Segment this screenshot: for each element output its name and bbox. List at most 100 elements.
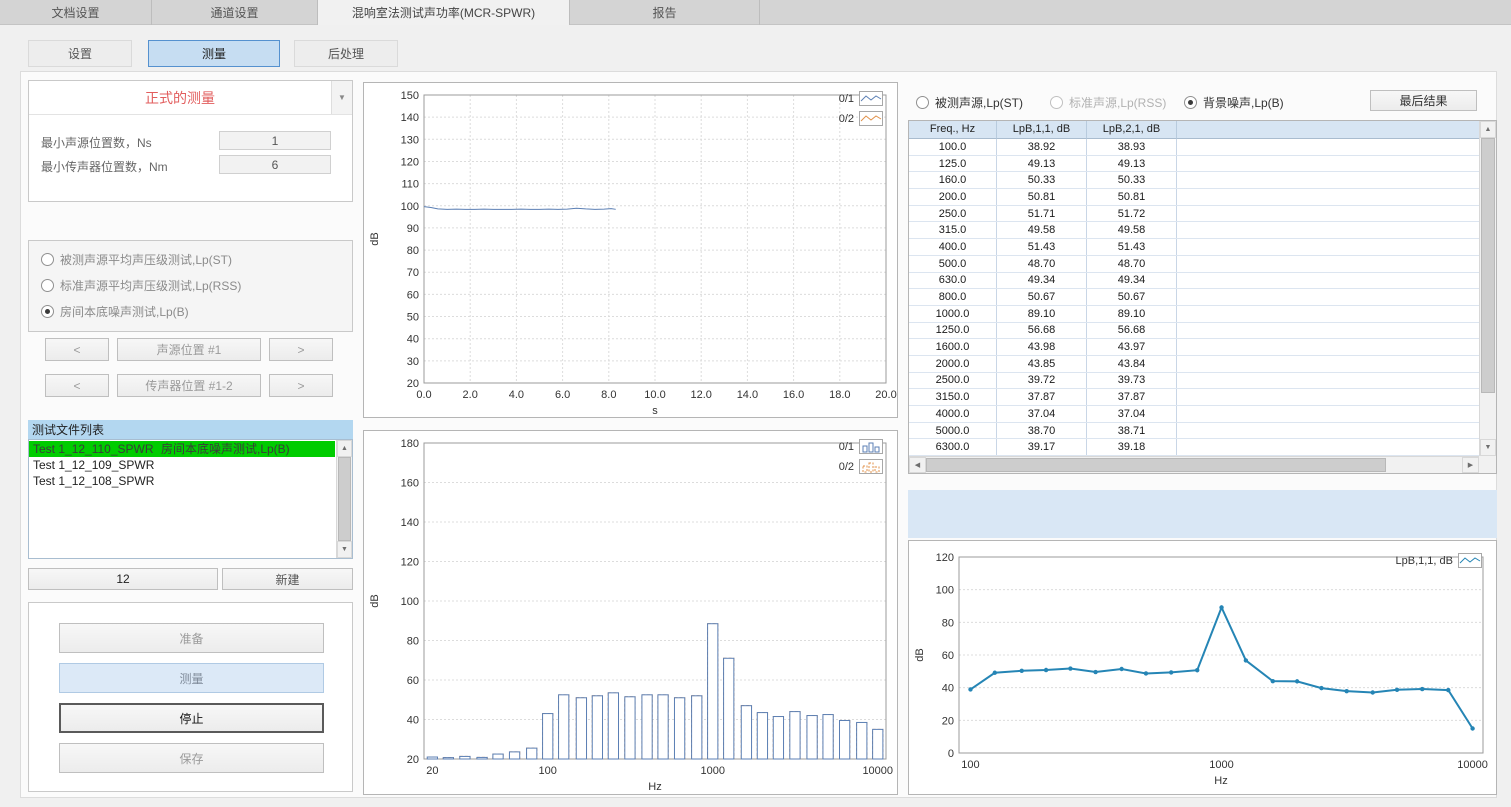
file-number-field[interactable]: 12 <box>28 568 218 590</box>
table-row[interactable]: 100.038.9238.93 <box>909 139 1479 156</box>
tab-channel-settings[interactable]: 通道设置 <box>152 0 318 25</box>
scroll-up-icon[interactable]: ▲ <box>337 440 352 457</box>
scrollbar-thumb[interactable] <box>926 458 1386 472</box>
final-result-button[interactable]: 最后结果 <box>1370 90 1477 111</box>
table-row[interactable]: 125.049.1349.13 <box>909 156 1479 173</box>
table-horizontal-scrollbar[interactable]: ◀ ▶ <box>909 456 1479 473</box>
table-cell: 37.04 <box>997 406 1087 422</box>
table-cell: 160.0 <box>909 172 997 188</box>
table-row[interactable]: 1600.043.9843.97 <box>909 339 1479 356</box>
svg-text:100: 100 <box>936 585 954 597</box>
table-row[interactable]: 160.050.3350.33 <box>909 172 1479 189</box>
tab-setup[interactable]: 设置 <box>28 40 132 67</box>
svg-text:1000: 1000 <box>1209 759 1233 771</box>
radio-icon <box>1050 96 1063 109</box>
table-cell-filler <box>1177 406 1479 422</box>
table-cell: 39.17 <box>997 439 1087 455</box>
table-row[interactable]: 2500.039.7239.73 <box>909 373 1479 390</box>
chevron-down-icon[interactable]: ▼ <box>331 81 352 114</box>
table-row[interactable]: 4000.037.0437.04 <box>909 406 1479 423</box>
table-row[interactable]: 1000.089.1089.10 <box>909 306 1479 323</box>
list-item[interactable]: Test 1_12_109_SPWR <box>29 457 335 473</box>
table-row[interactable]: 3150.037.8737.87 <box>909 389 1479 406</box>
mic-position-next-button[interactable]: > <box>269 374 333 397</box>
test-file-list[interactable]: Test 1_12_110_SPWR房间本底噪声测试,Lp(B)Test 1_1… <box>28 439 353 559</box>
right-panel-spacer <box>908 490 1497 538</box>
file-list-scrollbar[interactable]: ▲ ▼ <box>336 440 352 558</box>
table-cell-filler <box>1177 289 1479 305</box>
scroll-left-icon[interactable]: ◀ <box>909 457 926 473</box>
table-row[interactable]: 1250.056.6856.68 <box>909 323 1479 340</box>
table-cell: 43.84 <box>1087 356 1177 372</box>
table-cell: 43.97 <box>1087 339 1177 355</box>
scrollbar-thumb[interactable] <box>338 457 351 541</box>
legend-item: LpB,1,1, dB <box>1396 553 1483 568</box>
mic-position-button[interactable]: 传声器位置 #1-2 <box>117 374 261 397</box>
nm-value-field[interactable]: 6 <box>219 155 331 174</box>
tab-measure[interactable]: 测量 <box>148 40 280 67</box>
svg-text:120: 120 <box>401 557 419 569</box>
svg-text:100: 100 <box>401 201 419 213</box>
radio-background-lpb[interactable]: 背景噪声,Lp(B) <box>1184 94 1284 111</box>
mic-position-prev-button[interactable]: < <box>45 374 109 397</box>
ns-value-field[interactable]: 1 <box>219 131 331 150</box>
table-row[interactable]: 315.049.5849.58 <box>909 222 1479 239</box>
scroll-down-icon[interactable]: ▼ <box>1480 439 1496 456</box>
save-button[interactable]: 保存 <box>59 743 324 773</box>
measure-button[interactable]: 测量 <box>59 663 324 693</box>
table-cell-filler <box>1177 423 1479 439</box>
table-cell: 51.43 <box>1087 239 1177 255</box>
table-cell-filler <box>1177 373 1479 389</box>
prepare-button[interactable]: 准备 <box>59 623 324 653</box>
table-row[interactable]: 630.049.3449.34 <box>909 273 1479 290</box>
tab-mcr-spwr[interactable]: 混响室法测试声功率(MCR-SPWR) <box>318 0 570 25</box>
radio-lp-b-test[interactable]: 房间本底噪声测试,Lp(B) <box>41 303 189 320</box>
table-row[interactable]: 400.051.4351.43 <box>909 239 1479 256</box>
stop-button[interactable]: 停止 <box>59 703 324 733</box>
radio-source-lpst[interactable]: 被测声源,Lp(ST) <box>916 94 1023 111</box>
table-vertical-scrollbar[interactable]: ▲ ▼ <box>1479 121 1496 456</box>
source-position-button[interactable]: 声源位置 #1 <box>117 338 261 361</box>
table-cell: 38.92 <box>997 139 1087 155</box>
tab-document-settings[interactable]: 文档设置 <box>0 0 152 25</box>
legend-label: 0/2 <box>839 113 854 125</box>
table-cell: 630.0 <box>909 273 997 289</box>
tab-postprocess[interactable]: 后处理 <box>294 40 398 67</box>
scroll-up-icon[interactable]: ▲ <box>1480 121 1496 138</box>
nm-label: 最小传声器位置数，Nm <box>41 158 168 175</box>
table-cell: 50.81 <box>997 189 1087 205</box>
new-file-button[interactable]: 新建 <box>222 568 353 590</box>
source-position-prev-button[interactable]: < <box>45 338 109 361</box>
table-row[interactable]: 5000.038.7038.71 <box>909 423 1479 440</box>
scrollbar-thumb[interactable] <box>1481 138 1495 393</box>
scroll-down-icon[interactable]: ▼ <box>337 541 352 558</box>
radio-label: 标准声源平均声压级测试,Lp(RSS) <box>60 277 241 294</box>
table-cell: 89.10 <box>1087 306 1177 322</box>
table-row[interactable]: 250.051.7151.72 <box>909 206 1479 223</box>
results-table[interactable]: Freq., HzLpB,1,1, dBLpB,2,1, dB 100.038.… <box>908 120 1497 474</box>
table-row[interactable]: 500.048.7048.70 <box>909 256 1479 273</box>
list-item[interactable]: Test 1_12_108_SPWR <box>29 473 335 489</box>
legend-item: 0/1 <box>839 91 883 106</box>
scroll-right-icon[interactable]: ▶ <box>1462 457 1479 473</box>
radio-icon <box>41 253 54 266</box>
measurement-mode-dropdown[interactable]: 正式的测量 ▼ <box>29 81 352 115</box>
svg-text:16.0: 16.0 <box>783 389 804 401</box>
radio-lp-rss-test[interactable]: 标准声源平均声压级测试,Lp(RSS) <box>41 277 241 294</box>
list-item[interactable]: Test 1_12_110_SPWR房间本底噪声测试,Lp(B) <box>29 441 335 457</box>
radio-lp-st-test[interactable]: 被测声源平均声压级测试,Lp(ST) <box>41 251 232 268</box>
table-row[interactable]: 200.050.8150.81 <box>909 189 1479 206</box>
table-cell: 56.68 <box>997 323 1087 339</box>
table-row[interactable]: 800.050.6750.67 <box>909 289 1479 306</box>
radio-source-lprss[interactable]: 标准声源,Lp(RSS) <box>1050 94 1166 111</box>
table-row[interactable]: 2000.043.8543.84 <box>909 356 1479 373</box>
tab-report[interactable]: 报告 <box>570 0 760 25</box>
svg-text:20: 20 <box>407 754 419 766</box>
table-row[interactable]: 6300.039.1739.18 <box>909 439 1479 456</box>
svg-text:70: 70 <box>407 267 419 279</box>
band-chart-legend: LpB,1,1, dB <box>1396 553 1483 568</box>
table-cell: 6300.0 <box>909 439 997 455</box>
svg-text:120: 120 <box>936 552 954 564</box>
source-position-next-button[interactable]: > <box>269 338 333 361</box>
svg-text:dB: dB <box>369 594 381 607</box>
